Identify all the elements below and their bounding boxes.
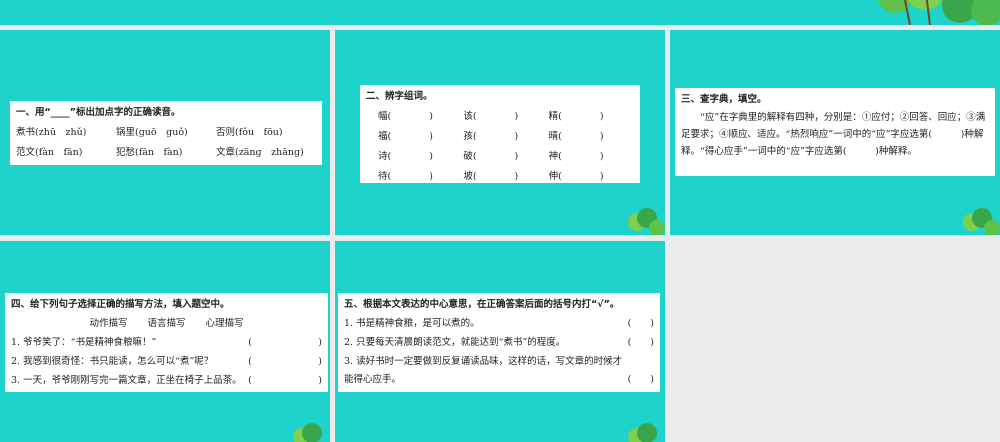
question-3-box: 三、查字典，填空。 “应”在字典里的解释有四种，分别是：①应付；②回答、回应；③… (675, 88, 995, 176)
sentence-item: 1. 爷爷笑了：“书是精神食粮嘛！” (11, 337, 157, 348)
tree-decoration-icon (293, 423, 322, 442)
answer-blank[interactable]: ( ) (628, 315, 654, 329)
tree-decoration-icon (628, 208, 665, 235)
sentence-item: 2. 我感到很奇怪：书只能读，怎么可以“煮”呢？ (11, 356, 214, 367)
word-item: 诗( ) (378, 151, 433, 162)
question-title: 五、根据本文表达的中心意思，在正确答案后面的括号内打“√”。 (344, 299, 620, 310)
slide-5[interactable]: 五、根据本文表达的中心意思，在正确答案后面的括号内打“√”。 1. 书是精神食粮… (335, 241, 665, 442)
word-item: 该( ) (463, 111, 519, 122)
tree-decoration-icon (877, 0, 1000, 25)
tree-decoration-icon (628, 423, 657, 442)
word-item: 破( ) (463, 151, 519, 162)
statement-item: 3. 读好书时一定要做到反复诵读品味，这样的话，写文章的时候才能得心应手。 (344, 356, 623, 385)
slide-2[interactable]: 二、辨字组词。 幅( ) 该( ) 精( ) 福( ) 孩( ) 晴( ) 诗( ) 破(… (335, 30, 665, 235)
word-item: 待( ) (378, 171, 433, 182)
question-title: 二、辨字组词。 (366, 91, 433, 102)
option-label: 动作描写 (89, 318, 128, 329)
pinyin-item: 犯愁(fān fàn) (116, 147, 183, 158)
question-title: 三、查字典，填空。 (681, 94, 767, 105)
slide-3[interactable]: 三、查字典，填空。 “应”在字典里的解释有四种，分别是：①应付；②回答、回应；③… (670, 30, 1000, 235)
tree-decoration-icon (963, 208, 1000, 235)
question-title: 一、用“____”标出加点字的正确读音。 (16, 107, 181, 118)
word-item: 伸( ) (548, 171, 604, 182)
answer-blank[interactable]: ( ) (628, 334, 654, 348)
statement-item: 2. 只要每天清晨朗读范文，就能达到“煮书”的程度。 (344, 337, 566, 348)
pinyin-item: 文章(zāng zhāng) (216, 147, 304, 158)
statement-item: 1. 书是精神食粮，是可以煮的。 (344, 318, 480, 329)
answer-blank[interactable]: ( ) (248, 372, 322, 386)
pinyin-item: 范文(fàn fān) (16, 147, 83, 158)
slide-4[interactable]: 四、给下列句子选择正确的描写方法，填入题空中。 动作描写 语言描写 心理描写 1. … (0, 241, 330, 442)
pinyin-item: 煮书(zhū zhǔ) (16, 127, 87, 138)
word-item: 晴( ) (548, 131, 604, 142)
word-item: 坡( ) (463, 171, 519, 182)
question-title: 四、给下列句子选择正确的描写方法，填入题空中。 (11, 299, 230, 310)
word-item: 孩( ) (463, 131, 519, 142)
sentence-item: 3. 一天，爷爷刚刚写完一篇文章，正坐在椅子上品茶。 (11, 375, 242, 386)
answer-blank[interactable]: ( ) (628, 371, 654, 389)
pinyin-item: 否则(fǒu fōu) (216, 127, 283, 138)
word-item: 神( ) (548, 151, 604, 162)
slide-previous-row[interactable] (0, 0, 1000, 25)
option-label: 语言描写 (147, 318, 186, 329)
word-item: 福( ) (378, 131, 433, 142)
pinyin-item: 锅里(guō guǒ) (116, 127, 188, 138)
word-item: 精( ) (548, 111, 604, 122)
word-item: 幅( ) (378, 111, 433, 122)
question-4-box: 四、给下列句子选择正确的描写方法，填入题空中。 动作描写 语言描写 心理描写 1. … (5, 293, 328, 392)
question-2-box: 二、辨字组词。 幅( ) 该( ) 精( ) 福( ) 孩( ) 晴( ) 诗( ) 破(… (360, 85, 640, 183)
question-5-box: 五、根据本文表达的中心意思，在正确答案后面的括号内打“√”。 1. 书是精神食粮… (338, 293, 660, 392)
answer-blank[interactable]: ( ) (248, 353, 322, 367)
question-1-box: 一、用“____”标出加点字的正确读音。 煮书(zhū zhǔ) 锅里(guō g… (10, 101, 322, 165)
option-label: 心理描写 (205, 318, 244, 329)
question-text: “应”在字典里的解释有四种，分别是：①应付；②回答、回应；③满足要求；④顺应、适… (681, 112, 986, 157)
slide-1[interactable]: 一、用“____”标出加点字的正确读音。 煮书(zhū zhǔ) 锅里(guō g… (0, 30, 330, 235)
answer-blank[interactable]: ( ) (248, 334, 322, 348)
